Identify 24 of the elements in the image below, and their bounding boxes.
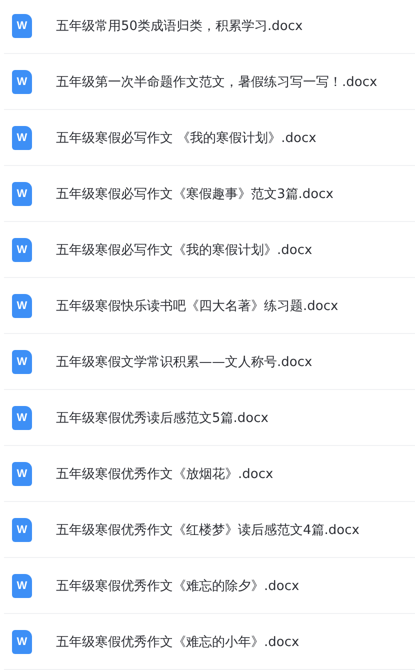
document-icon: W — [12, 630, 32, 654]
file-name[interactable]: 五年级第一次半命题作文范文，暑假练习写一写！.docx — [56, 72, 378, 90]
document-icon: W — [12, 406, 32, 430]
document-icon: W — [12, 238, 32, 262]
document-icon: W — [12, 350, 32, 374]
file-name[interactable]: 五年级寒假快乐读书吧《四大名著》练习题.docx — [56, 296, 338, 314]
document-icon: W — [12, 518, 32, 542]
file-name[interactable]: 五年级寒假优秀读后感范文5篇.docx — [56, 408, 268, 426]
document-icon: W — [12, 182, 32, 206]
file-name[interactable]: 五年级寒假必写作文《寒假趣事》范文3篇.docx — [56, 184, 334, 202]
file-name[interactable]: 五年级寒假必写作文《我的寒假计划》.docx — [56, 240, 312, 258]
file-name[interactable]: 五年级寒假优秀作文《放烟花》.docx — [56, 464, 274, 482]
document-icon: W — [12, 126, 32, 150]
file-name[interactable]: 五年级寒假必写作文 《我的寒假计划》.docx — [56, 128, 316, 146]
document-icon: W — [12, 70, 32, 94]
document-icon: W — [12, 14, 32, 38]
file-name[interactable]: 五年级常用50类成语归类，积累学习.docx — [56, 16, 303, 34]
document-icon: W — [12, 574, 32, 598]
file-name[interactable]: 五年级寒假优秀作文《难忘的除夕》.docx — [56, 576, 300, 594]
file-name[interactable]: 五年级寒假优秀作文《难忘的小年》.docx — [56, 632, 300, 650]
document-icon: W — [12, 462, 32, 486]
file-name[interactable]: 五年级寒假文学常识积累——文人称号.docx — [56, 352, 312, 370]
file-name[interactable]: 五年级寒假优秀作文《红楼梦》读后感范文4篇.docx — [56, 520, 360, 538]
document-icon: W — [12, 294, 32, 318]
